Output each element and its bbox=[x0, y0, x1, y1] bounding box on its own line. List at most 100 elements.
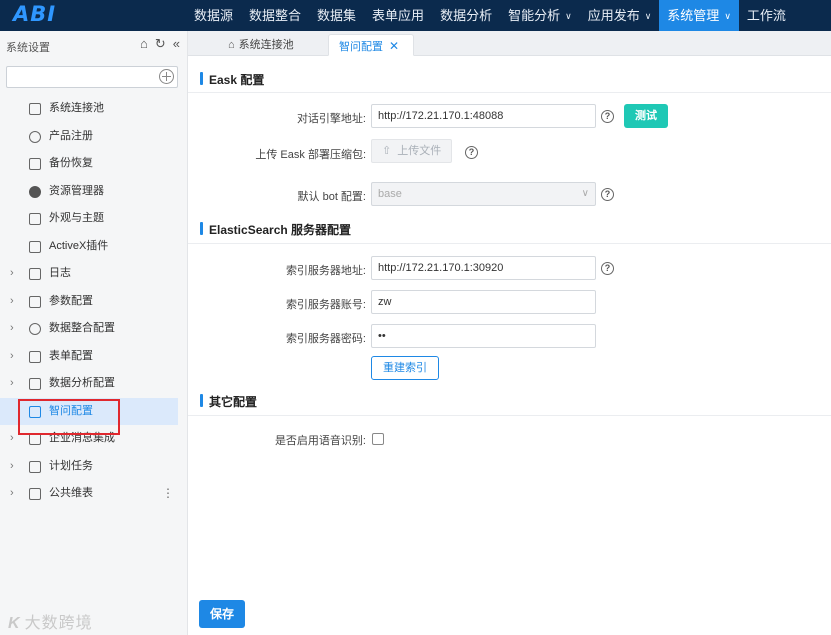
save-button[interactable]: 保存 bbox=[199, 600, 246, 628]
add-circle-icon[interactable] bbox=[159, 69, 174, 84]
sidebar-item-enterprise-message[interactable]: › 企业消息集成 bbox=[0, 425, 188, 453]
sidebar-item-label: 日志 bbox=[49, 267, 71, 279]
watermark-text: 大数跨境 bbox=[24, 615, 93, 632]
log-icon bbox=[29, 268, 41, 280]
nav-item-smart-analysis[interactable]: 智能分析 ∨ bbox=[500, 0, 580, 31]
sidebar-header: 系统设置 ⌂ ↻ « bbox=[0, 31, 188, 60]
help-icon[interactable]: ? bbox=[465, 146, 478, 159]
sidebar-item-appearance-theme[interactable]: 外观与主题 bbox=[0, 205, 188, 233]
chevron-down-icon: ∨ bbox=[581, 188, 589, 199]
chevron-right-icon[interactable]: › bbox=[10, 453, 14, 481]
chevron-right-icon[interactable]: › bbox=[10, 288, 14, 316]
section-title-elasticsearch: ElasticSearch 服务器配置 bbox=[200, 221, 351, 238]
chevron-down-icon: ∨ bbox=[724, 11, 731, 21]
watermark-logo: K bbox=[8, 615, 21, 632]
nav-label: 数据分析 bbox=[440, 8, 493, 23]
sidebar-item-smart-qa-config[interactable]: 智问配置 bbox=[0, 397, 178, 425]
tab-bar: ⌂ 系统连接池 智问配置 ✕ bbox=[188, 31, 831, 56]
es-account-input[interactable]: zw bbox=[371, 290, 596, 314]
nav-label: 智能分析 bbox=[508, 8, 561, 23]
sidebar-item-backup-restore[interactable]: 备份恢复 bbox=[0, 150, 188, 178]
sidebar-item-label: ActiveX插件 bbox=[49, 239, 109, 252]
nav-label: 工作流 bbox=[746, 8, 786, 23]
sidebar-item-log[interactable]: › 日志 bbox=[0, 260, 188, 288]
tab-label: 智问配置 bbox=[339, 41, 383, 53]
sidebar-item-scheduled-tasks[interactable]: › 计划任务 bbox=[0, 453, 188, 481]
sidebar-item-public-dimension[interactable]: › 公共维表 ⋮ bbox=[0, 480, 188, 508]
sidebar: 系统设置 ⌂ ↻ « 系统连接池 产品注册 备份恢复 资源管理器 外观与主题 A… bbox=[0, 31, 188, 635]
default-bot-select[interactable]: base ∨ bbox=[371, 182, 596, 206]
nav-item-workflow[interactable]: 工作流 bbox=[739, 0, 794, 31]
sidebar-tree: 系统连接池 产品注册 备份恢复 资源管理器 外观与主题 ActiveX插件 › 日… bbox=[0, 95, 188, 508]
tab-connection-pool[interactable]: ⌂ 系统连接池 bbox=[218, 34, 304, 56]
engine-address-input[interactable]: http://172.21.170.1:48088 bbox=[371, 104, 596, 128]
sidebar-item-connection-pool[interactable]: 系统连接池 bbox=[0, 95, 188, 123]
help-icon[interactable]: ? bbox=[601, 188, 614, 201]
help-icon[interactable]: ? bbox=[601, 262, 614, 275]
sidebar-item-label: 数据分析配置 bbox=[49, 377, 115, 389]
integration-icon bbox=[29, 323, 41, 335]
es-address-input[interactable]: http://172.21.170.1:30920 bbox=[371, 256, 596, 280]
sidebar-item-label: 资源管理器 bbox=[49, 184, 104, 197]
nav-item-data-integration[interactable]: 数据整合 bbox=[241, 0, 309, 31]
upload-file-button[interactable]: ⇧ 上传文件 bbox=[371, 139, 453, 163]
more-vertical-icon[interactable]: ⋮ bbox=[162, 480, 174, 508]
sidebar-search-input[interactable] bbox=[6, 66, 178, 88]
nav-item-dataset[interactable]: 数据集 bbox=[309, 0, 364, 31]
chevron-right-icon[interactable]: › bbox=[10, 343, 14, 371]
chevron-down-icon: ∨ bbox=[565, 11, 572, 21]
plugin-icon bbox=[29, 240, 41, 253]
backup-icon bbox=[29, 158, 41, 170]
nav-label: 数据集 bbox=[317, 8, 357, 23]
chevron-right-icon[interactable]: › bbox=[10, 260, 14, 288]
sidebar-item-label: 系统连接池 bbox=[49, 102, 104, 114]
chevron-right-icon[interactable]: › bbox=[10, 425, 14, 453]
chevron-right-icon[interactable]: › bbox=[10, 315, 14, 343]
help-icon[interactable]: ? bbox=[601, 110, 614, 123]
top-navigation-bar: ABI 数据源 数据整合 数据集 表单应用 数据分析 智能分析 ∨ 应用发布 ∨ 系… bbox=[0, 0, 831, 31]
sidebar-item-parameter-config[interactable]: › 参数配置 bbox=[0, 288, 188, 316]
engine-address-label: 对话引擎地址: bbox=[296, 113, 366, 125]
sidebar-item-resource-manager[interactable]: 资源管理器 bbox=[0, 178, 188, 206]
app-logo[interactable]: ABI bbox=[13, 2, 56, 26]
nav-item-form-app[interactable]: 表单应用 bbox=[364, 0, 432, 31]
tab-smart-qa-config[interactable]: 智问配置 ✕ bbox=[328, 34, 414, 56]
sliders-icon bbox=[29, 295, 41, 308]
chart-icon bbox=[29, 378, 41, 390]
key-icon bbox=[29, 130, 41, 143]
refresh-icon[interactable]: ↻ bbox=[155, 36, 166, 52]
home-icon[interactable]: ⌂ bbox=[140, 36, 148, 52]
sidebar-item-label: 表单配置 bbox=[49, 349, 93, 362]
nav-label: 系统管理 bbox=[667, 8, 720, 23]
nav-item-datasource[interactable]: 数据源 bbox=[186, 0, 241, 31]
sidebar-item-activex-plugin[interactable]: ActiveX插件 bbox=[0, 233, 188, 261]
chevron-right-icon[interactable]: › bbox=[10, 370, 14, 398]
table-icon bbox=[29, 488, 41, 500]
upload-button-label: 上传文件 bbox=[397, 145, 442, 157]
voice-recognition-checkbox[interactable] bbox=[372, 433, 384, 445]
section-divider bbox=[188, 92, 831, 93]
upload-package-label: 上传 Eask 部署压缩包: bbox=[255, 149, 366, 161]
nav-item-system-management[interactable]: 系统管理 ∨ bbox=[659, 0, 739, 31]
nav-label: 数据整合 bbox=[249, 8, 302, 23]
sidebar-item-data-integration-config[interactable]: › 数据整合配置 bbox=[0, 315, 188, 343]
chat-icon bbox=[29, 405, 41, 418]
section-divider bbox=[188, 415, 831, 416]
chevron-right-icon[interactable]: › bbox=[10, 480, 14, 508]
test-button[interactable]: 测试 bbox=[624, 104, 668, 128]
close-icon[interactable]: ✕ bbox=[389, 39, 399, 53]
sidebar-tools: ⌂ ↻ « bbox=[140, 36, 180, 52]
nav-item-data-analysis[interactable]: 数据分析 bbox=[432, 0, 500, 31]
nav-item-app-publish[interactable]: 应用发布 ∨ bbox=[580, 0, 660, 31]
sidebar-item-form-config[interactable]: › 表单配置 bbox=[0, 343, 188, 371]
nav-label: 数据源 bbox=[194, 8, 234, 23]
sidebar-item-label: 公共维表 bbox=[49, 487, 93, 499]
rebuild-index-button[interactable]: 重建索引 bbox=[371, 356, 439, 380]
sidebar-item-data-analysis-config[interactable]: › 数据分析配置 bbox=[0, 370, 188, 398]
sidebar-item-product-registration[interactable]: 产品注册 bbox=[0, 123, 188, 151]
es-password-input[interactable]: •• bbox=[371, 324, 596, 348]
nav-label: 应用发布 bbox=[587, 8, 640, 23]
es-password-label: 索引服务器密码: bbox=[285, 333, 366, 345]
watermark: K 大数跨境 bbox=[8, 609, 93, 633]
collapse-icon[interactable]: « bbox=[173, 36, 180, 52]
